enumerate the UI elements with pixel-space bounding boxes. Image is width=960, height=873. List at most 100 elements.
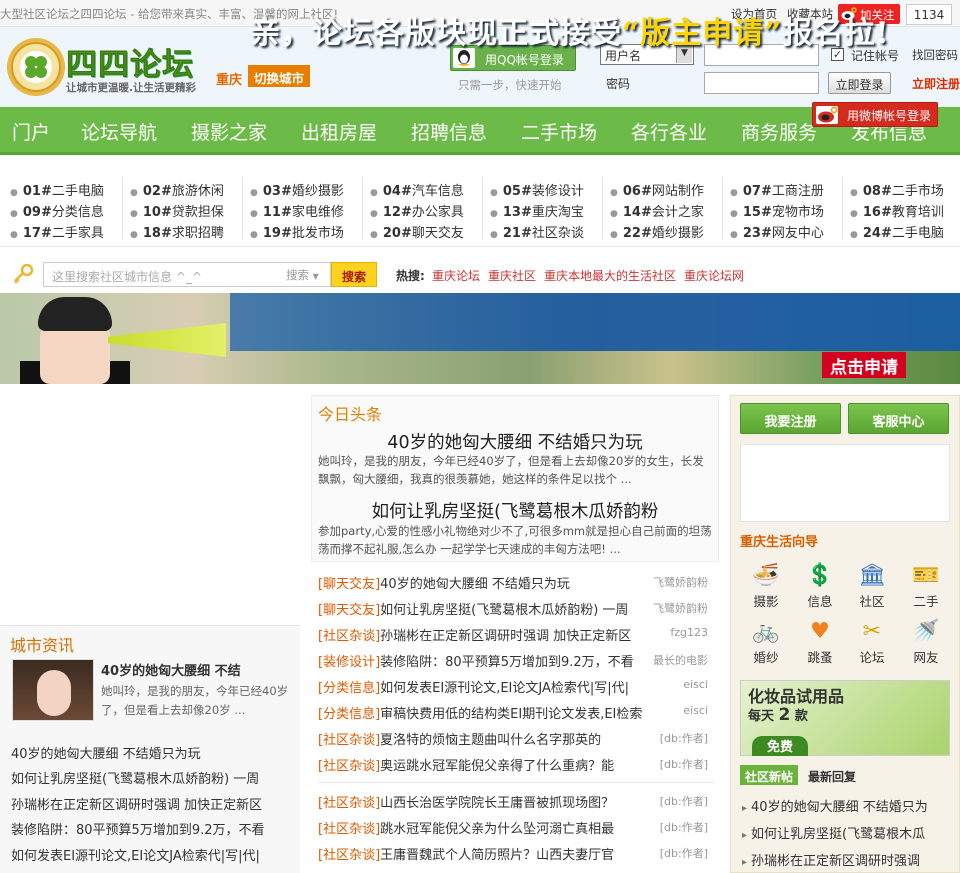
news-title[interactable]: 审稿快费用低的结构类EI期刊论文发表,EI检索 (380, 707, 642, 722)
news-title[interactable]: 王庸晋魏武个人简历照片？山西夫妻厅官 (380, 848, 614, 863)
tab-new-posts[interactable]: 社区新帖 (740, 765, 798, 785)
news-title[interactable]: 跳水冠军能倪父亲为什么坠河溺亡真相最 (380, 822, 614, 837)
life-guide-item[interactable]: ♥ 跳蚤 (798, 619, 842, 666)
news-title[interactable]: 如何让乳房坚挺(飞鹭葛根木瓜娇韵粉) 一周 (380, 603, 628, 618)
nav-industries[interactable]: 各行各业 (631, 118, 707, 145)
city-news-item[interactable]: 如何让乳房坚挺(飞鹭葛根木瓜娇韵粉) 一周 (11, 768, 296, 787)
news-row[interactable]: [装修设计]装修陷阱：80平预算5万增加到9.2万，不看 最长的电影 (318, 651, 714, 671)
password-input[interactable] (704, 72, 819, 94)
category-link[interactable]: ● 07#工商注册 (730, 180, 824, 199)
new-post-item[interactable]: ▸ 如何让乳房坚挺(飞鹭葛根木瓜 (742, 823, 952, 842)
life-guide-item[interactable]: 🎫 二手 (904, 563, 948, 610)
news-category-tag[interactable]: [社区杂谈] (318, 848, 380, 863)
moderator-banner[interactable] (0, 293, 960, 384)
nav-portal[interactable]: 门户 (12, 118, 50, 145)
news-row[interactable]: [社区杂谈]王庸晋魏武个人简历照片？山西夫妻厅官 [db:作者] (318, 844, 714, 864)
news-row[interactable]: [分类信息]如何发表EI源刊论文,EI论文JA检索代|写|代| eisci (318, 677, 714, 697)
category-link[interactable]: ● 12#办公家具 (370, 201, 464, 220)
news-category-tag[interactable]: [社区杂谈] (318, 759, 380, 774)
news-title[interactable]: 装修陷阱：80平预算5万增加到9.2万，不看 (380, 655, 634, 670)
nav-rental[interactable]: 出租房屋 (301, 118, 377, 145)
category-link[interactable]: ● 01#二手电脑 (10, 180, 104, 199)
search-type-select[interactable]: 搜索 ▼ (286, 267, 319, 283)
news-title[interactable]: 孙瑞彬在正定新区调研时强调 加快正定新区 (380, 629, 631, 644)
category-link[interactable]: ● 14#会计之家 (610, 201, 704, 220)
apply-now-button[interactable]: 点击申请 (822, 352, 906, 378)
register-button[interactable]: 我要注册 (740, 403, 841, 434)
headline-title[interactable]: 40岁的她匈大腰细 不结婚只为玩 (311, 429, 719, 454)
category-link[interactable]: ● 11#家电维修 (250, 201, 344, 220)
hot-search-link[interactable]: 重庆论坛网 (684, 267, 744, 284)
news-title[interactable]: 奥运跳水冠军能倪父亲得了什么重病？能 (380, 759, 614, 774)
life-guide-item[interactable]: 🚲 婚纱 (744, 619, 788, 666)
nav-photography[interactable]: 摄影之家 (191, 118, 267, 145)
category-link[interactable]: ● 10#贷款担保 (130, 201, 224, 220)
news-category-tag[interactable]: [社区杂谈] (318, 796, 380, 811)
category-link[interactable]: ● 03#婚纱摄影 (250, 180, 344, 199)
register-link[interactable]: 立即注册 (912, 75, 960, 92)
hot-search-link[interactable]: 重庆论坛 (432, 267, 480, 284)
category-link[interactable]: ● 05#装修设计 (490, 180, 584, 199)
news-title[interactable]: 如何发表EI源刊论文,EI论文JA检索代|写|代| (380, 681, 629, 696)
nav-secondhand[interactable]: 二手市场 (521, 118, 597, 145)
category-link[interactable]: ● 24#二手电脑 (850, 222, 944, 241)
switch-city-button[interactable]: 切换城市 (248, 65, 310, 87)
customer-service-button[interactable]: 客服中心 (848, 403, 949, 434)
logo-text[interactable]: 四四论坛 (66, 39, 194, 84)
life-guide-item[interactable]: ✂ 论坛 (850, 619, 894, 666)
category-link[interactable]: ● 09#分类信息 (10, 201, 104, 220)
news-row[interactable]: [聊天交友]40岁的她匈大腰细 不结婚只为玩 飞鹭娇韵粉 (318, 573, 714, 593)
weibo-login-button[interactable]: 用微博帐号登录 (812, 102, 938, 127)
city-news-item[interactable]: 装修陷阱：80平预算5万增加到9.2万，不看 (11, 819, 296, 838)
tab-latest-replies[interactable]: 最新回复 (803, 765, 861, 785)
news-title[interactable]: 山西长治医学院院长王庸晋被抓现场图？ (380, 796, 614, 811)
category-link[interactable]: ● 17#二手家具 (10, 222, 104, 241)
nav-forum-guide[interactable]: 论坛导航 (81, 118, 157, 145)
category-link[interactable]: ● 19#批发市场 (250, 222, 344, 241)
category-link[interactable]: ● 16#教育培训 (850, 201, 944, 220)
new-post-item[interactable]: ▸ 40岁的她匈大腰细 不结婚只为 (742, 796, 952, 815)
clover-logo-icon[interactable] (6, 37, 66, 97)
news-category-tag[interactable]: [社区杂谈] (318, 822, 380, 837)
login-button[interactable]: 立即登录 (828, 72, 891, 94)
news-row[interactable]: [社区杂谈]跳水冠军能倪父亲为什么坠河溺亡真相最 [db:作者] (318, 818, 714, 838)
category-link[interactable]: ● 22#婚纱摄影 (610, 222, 704, 241)
search-button[interactable]: 搜索 (331, 262, 377, 287)
news-title[interactable]: 40岁的她匈大腰细 不结婚只为玩 (380, 577, 570, 592)
category-link[interactable]: ● 18#求职招聘 (130, 222, 224, 241)
new-post-item[interactable]: ▸ 孙瑞彬在正定新区调研时强调 (742, 850, 952, 869)
city-news-item[interactable]: 如何发表EI源刊论文,EI论文JA检索代|写|代| (11, 845, 296, 864)
news-row[interactable]: [社区杂谈]孙瑞彬在正定新区调研时强调 加快正定新区 fzg123 (318, 625, 714, 645)
life-guide-item[interactable]: 🏛 社区 (850, 563, 894, 610)
city-news-thumbnail[interactable] (12, 659, 94, 721)
life-guide-item[interactable]: 🚿 网友 (904, 619, 948, 666)
news-row[interactable]: [社区杂谈]夏洛特的烦恼主题曲叫什么名字那英的 [db:作者] (318, 729, 714, 749)
category-link[interactable]: ● 06#网站制作 (610, 180, 704, 199)
news-row[interactable]: [聊天交友]如何让乳房坚挺(飞鹭葛根木瓜娇韵粉) 一周 飞鹭娇韵粉 (318, 599, 714, 619)
news-category-tag[interactable]: [聊天交友] (318, 603, 380, 618)
news-category-tag[interactable]: [社区杂谈] (318, 629, 380, 644)
headline-title[interactable]: 如何让乳房坚挺(飞鹭葛根木瓜娇韵粉 (311, 498, 719, 523)
news-category-tag[interactable]: [分类信息] (318, 707, 380, 722)
news-category-tag[interactable]: [装修设计] (318, 655, 380, 670)
city-news-item[interactable]: 孙瑞彬在正定新区调研时强调 加快正定新区 (11, 794, 296, 813)
news-title[interactable]: 夏洛特的烦恼主题曲叫什么名字那英的 (380, 733, 601, 748)
category-link[interactable]: ● 08#二手市场 (850, 180, 944, 199)
news-row[interactable]: [社区杂谈]奥运跳水冠军能倪父亲得了什么重病？能 [db:作者] (318, 755, 714, 775)
category-link[interactable]: ● 04#汽车信息 (370, 180, 464, 199)
city-news-headline[interactable]: 40岁的她匈大腰细 不结 (101, 660, 241, 679)
life-guide-item[interactable]: 💲 信息 (798, 563, 842, 610)
category-link[interactable]: ● 15#宠物市场 (730, 201, 824, 220)
city-news-item[interactable]: 40岁的她匈大腰细 不结婚只为玩 (11, 743, 296, 762)
category-link[interactable]: ● 20#聊天交友 (370, 222, 464, 241)
category-link[interactable]: ● 21#社区杂谈 (490, 222, 584, 241)
category-link[interactable]: ● 13#重庆淘宝 (490, 201, 584, 220)
category-link[interactable]: ● 23#网友中心 (730, 222, 824, 241)
nav-jobs[interactable]: 招聘信息 (411, 118, 487, 145)
hot-search-link[interactable]: 重庆社区 (488, 267, 536, 284)
news-category-tag[interactable]: [分类信息] (318, 681, 380, 696)
news-category-tag[interactable]: [社区杂谈] (318, 733, 380, 748)
life-guide-item[interactable]: 🍜 摄影 (744, 563, 788, 610)
news-category-tag[interactable]: [聊天交友] (318, 577, 380, 592)
news-row[interactable]: [分类信息]审稿快费用低的结构类EI期刊论文发表,EI检索 eisci (318, 703, 714, 723)
